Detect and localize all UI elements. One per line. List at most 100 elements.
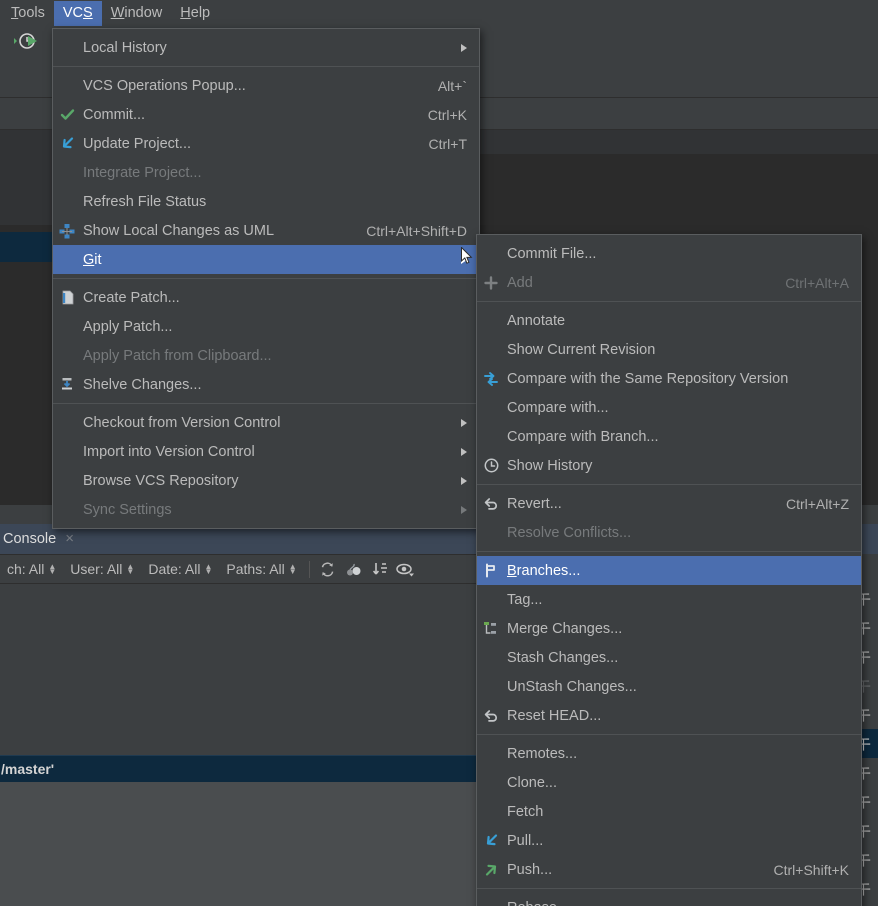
menu-item-update-project[interactable]: Update Project... Ctrl+T	[53, 129, 479, 158]
menu-item-label: Sync Settings	[83, 502, 453, 518]
menu-item-compare-with[interactable]: Compare with...	[477, 393, 861, 422]
menu-item-unstash-changes[interactable]: UnStash Changes...	[477, 672, 861, 701]
console-tab-label[interactable]: Console	[0, 531, 56, 547]
filter-date-label: Date: All	[148, 561, 200, 577]
menu-item-clone[interactable]: Clone...	[477, 768, 861, 797]
menu-item-label: Annotate	[507, 313, 849, 329]
menu-item-accelerator: Ctrl+Alt+Shift+D	[340, 223, 467, 239]
menu-item-annotate[interactable]: Annotate	[477, 306, 861, 335]
filter-date[interactable]: Date: All ▲▼	[141, 561, 219, 577]
menu-item-label: Branches...	[507, 563, 849, 579]
menu-item-label: Browse VCS Repository	[83, 473, 453, 489]
menu-item-apply-patch-from-clipboard: Apply Patch from Clipboard...	[53, 341, 479, 370]
git-submenu[interactable]: Commit File... Add Ctrl+Alt+A Annotate S…	[476, 234, 862, 906]
filter-branch-label: ch: All	[7, 561, 44, 577]
menu-item-rebase[interactable]: Rebase...	[477, 893, 861, 906]
menu-item-commit[interactable]: Commit... Ctrl+K	[53, 100, 479, 129]
filter-user[interactable]: User: All ▲▼	[63, 561, 141, 577]
chevron-updown-icon[interactable]: ▲▼	[48, 564, 56, 574]
sort-icon[interactable]	[367, 558, 393, 580]
menu-item-remotes[interactable]: Remotes...	[477, 739, 861, 768]
close-icon[interactable]: ×	[65, 532, 74, 546]
log-filter-toolbar[interactable]: ch: All ▲▼ User: All ▲▼ Date: All ▲▼ Pat…	[0, 554, 476, 584]
menu-separator	[53, 66, 479, 67]
push-icon	[482, 861, 500, 879]
menu-item-label: Integrate Project...	[83, 165, 467, 181]
menu-item-shelve-changes[interactable]: Shelve Changes...	[53, 370, 479, 399]
menu-item-label: Revert...	[507, 496, 760, 512]
merge-icon	[482, 620, 500, 638]
menu-item-label: Local History	[83, 40, 453, 56]
menu-item-fetch[interactable]: Fetch	[477, 797, 861, 826]
menu-item-compare-with-same-repository-version[interactable]: Compare with the Same Repository Version	[477, 364, 861, 393]
menu-item-branches[interactable]: Branches...	[477, 556, 861, 585]
menu-item-tag[interactable]: Tag...	[477, 585, 861, 614]
menu-item-revert[interactable]: Revert... Ctrl+Alt+Z	[477, 489, 861, 518]
menu-item-merge-changes[interactable]: Merge Changes...	[477, 614, 861, 643]
menu-item-label: Apply Patch from Clipboard...	[83, 348, 467, 364]
menu-item-show-current-revision[interactable]: Show Current Revision	[477, 335, 861, 364]
branch-icon	[482, 562, 500, 580]
menu-item-label: Update Project...	[83, 136, 403, 152]
eye-icon[interactable]	[393, 558, 419, 580]
menu-separator	[477, 888, 861, 889]
menubar-item-vcs[interactable]: VCS	[54, 1, 102, 26]
menu-item-label: Compare with the Same Repository Version	[507, 371, 849, 387]
menu-item-push[interactable]: Push... Ctrl+Shift+K	[477, 855, 861, 884]
bg-selected-row	[0, 232, 52, 262]
menu-item-label: VCS Operations Popup...	[83, 78, 412, 94]
menu-item-checkout-from-version-control[interactable]: Checkout from Version Control	[53, 408, 479, 437]
chevron-right-icon	[461, 419, 467, 427]
menu-item-label: Add	[507, 275, 759, 291]
refresh-icon[interactable]	[315, 558, 341, 580]
shelve-icon	[58, 376, 76, 394]
compare-icon	[482, 370, 500, 388]
menubar-item-help[interactable]: Help	[171, 1, 219, 26]
menu-item-label: Pull...	[507, 833, 849, 849]
menu-item-commit-file[interactable]: Commit File...	[477, 239, 861, 268]
menu-item-pull[interactable]: Pull...	[477, 826, 861, 855]
menu-item-accelerator: Ctrl+Alt+A	[759, 275, 849, 291]
menu-item-local-history[interactable]: Local History	[53, 33, 479, 62]
menu-item-refresh-file-status[interactable]: Refresh File Status	[53, 187, 479, 216]
menubar-item-window[interactable]: Window	[102, 1, 172, 26]
menu-item-browse-vcs-repository[interactable]: Browse VCS Repository	[53, 466, 479, 495]
menu-item-show-local-changes-as-uml[interactable]: Show Local Changes as UML Ctrl+Alt+Shift…	[53, 216, 479, 245]
menu-item-create-patch[interactable]: Create Patch...	[53, 283, 479, 312]
menubar-label-tools: ools	[18, 5, 45, 21]
chevron-updown-icon[interactable]: ▲▼	[126, 564, 134, 574]
menu-item-git[interactable]: Git	[53, 245, 479, 274]
menu-item-apply-patch[interactable]: Apply Patch...	[53, 312, 479, 341]
menu-item-compare-with-branch[interactable]: Compare with Branch...	[477, 422, 861, 451]
run-with-coverage-icon[interactable]	[14, 32, 40, 51]
menu-item-label: Show Local Changes as UML	[83, 223, 340, 239]
chevron-updown-icon[interactable]: ▲▼	[289, 564, 297, 574]
log-selected-branch-row[interactable]: /master'	[0, 755, 476, 782]
menu-item-label: Shelve Changes...	[83, 377, 467, 393]
menu-item-label: Resolve Conflicts...	[507, 525, 849, 541]
cherry-pick-icon[interactable]	[341, 558, 367, 580]
menu-item-label: Create Patch...	[83, 290, 467, 306]
menu-item-sync-settings: Sync Settings	[53, 495, 479, 524]
menu-item-import-into-version-control[interactable]: Import into Version Control	[53, 437, 479, 466]
menu-item-show-history[interactable]: Show History	[477, 451, 861, 480]
chevron-right-icon	[461, 477, 467, 485]
menu-item-accelerator: Ctrl+Shift+K	[748, 862, 849, 878]
menu-item-label: Commit File...	[507, 246, 849, 262]
filter-branch[interactable]: ch: All ▲▼	[0, 561, 63, 577]
menu-item-vcs-operations-popup[interactable]: VCS Operations Popup... Alt+`	[53, 71, 479, 100]
menu-item-reset-head[interactable]: Reset HEAD...	[477, 701, 861, 730]
filter-paths[interactable]: Paths: All ▲▼	[219, 561, 303, 577]
menu-item-label: Commit...	[83, 107, 402, 123]
revert-icon	[482, 707, 500, 725]
menu-bar[interactable]: Tools VCS Window Help	[0, 0, 878, 26]
update-arrow-icon	[58, 135, 76, 153]
menu-item-label: Push...	[507, 862, 748, 878]
vcs-menu[interactable]: Local History VCS Operations Popup... Al…	[52, 28, 480, 529]
branch-ref-label: /master'	[0, 761, 54, 777]
ide-window: Tools VCS Window Help Console × ch: All …	[0, 0, 878, 906]
menubar-item-tools[interactable]: Tools	[2, 1, 54, 26]
menu-item-stash-changes[interactable]: Stash Changes...	[477, 643, 861, 672]
chevron-updown-icon[interactable]: ▲▼	[204, 564, 212, 574]
checkmark-icon	[58, 106, 76, 124]
